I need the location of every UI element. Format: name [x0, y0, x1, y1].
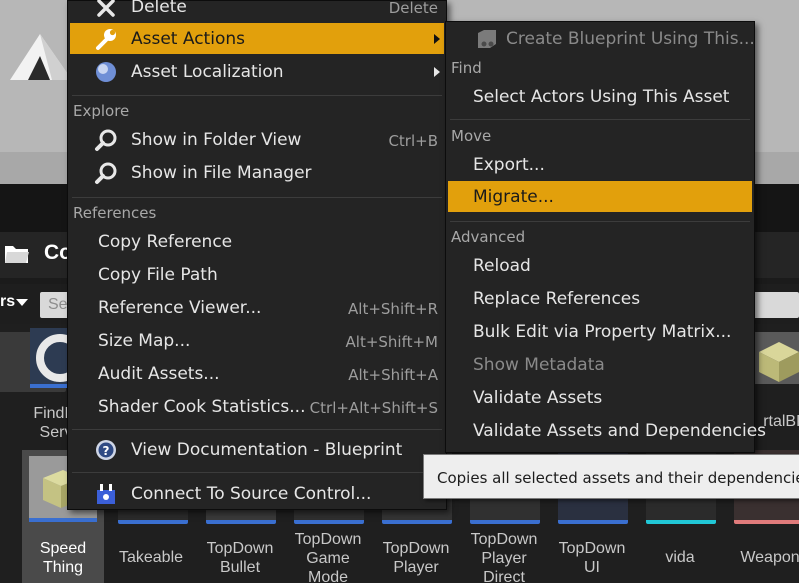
asset-name: vida [665, 549, 695, 566]
menu-item-select-actors[interactable]: Select Actors Using This Asset [448, 81, 752, 112]
menu-item-label: Asset Localization [131, 62, 284, 82]
asset-actions-submenu: Create Blueprint Using This... Find Sele… [445, 21, 766, 453]
menu-item-label: Reload [473, 256, 531, 276]
menu-item-shortcut: Alt+Shift+M [345, 333, 438, 351]
engine-logo-icon [10, 34, 72, 80]
close-icon [97, 0, 115, 17]
menu-item-label: Validate Assets [473, 388, 603, 408]
menu-item-label: Reference Viewer... [98, 298, 262, 318]
menu-separator [72, 95, 442, 96]
menu-item-label: View Documentation - Blueprint [131, 440, 403, 460]
menu-separator [450, 119, 750, 120]
source-control-icon [97, 484, 115, 504]
help-icon: ? [96, 440, 116, 460]
section-header-references: References [73, 204, 157, 222]
menu-item-connect-source-control[interactable]: Connect To Source Control... [70, 478, 444, 509]
asset-name: TopDown UI [558, 540, 626, 576]
menu-separator [72, 429, 442, 430]
menu-item-show-metadata: Show Metadata [448, 349, 752, 380]
menu-item-label: Select Actors Using This Asset [473, 87, 730, 107]
menu-item-asset-localization[interactable]: Asset Localization [70, 56, 444, 87]
menu-item-label: Delete [131, 0, 187, 17]
menu-item-show-in-folder-view[interactable]: Show in Folder View Ctrl+B [70, 124, 444, 155]
menu-item-label: Asset Actions [131, 29, 245, 49]
migrate-tooltip: Copies all selected assets and their dep… [423, 454, 799, 499]
menu-item-shortcut: Alt+Shift+A [348, 366, 438, 384]
asset-name: Speed Thing [39, 540, 87, 576]
menu-item-label: Migrate... [473, 187, 554, 207]
menu-item-audit-assets[interactable]: Audit Assets... Alt+Shift+A [70, 358, 444, 389]
menu-separator [72, 197, 442, 198]
submenu-arrow-icon [434, 34, 440, 44]
asset-name: TopDown Game Mode [294, 531, 362, 583]
menu-item-copy-file-path[interactable]: Copy File Path [70, 259, 444, 290]
submenu-arrow-icon [434, 67, 440, 77]
menu-item-shortcut: Ctrl+B [388, 132, 438, 150]
menu-item-reload[interactable]: Reload [448, 250, 752, 281]
menu-item-label: Show in Folder View [131, 130, 302, 150]
menu-item-label: Copy Reference [98, 232, 233, 252]
asset-name: TopDown Bullet [206, 540, 274, 576]
menu-item-shortcut: Delete [388, 0, 438, 17]
menu-item-migrate[interactable]: Migrate... [448, 181, 752, 212]
asset-thumbnail [755, 332, 799, 384]
menu-item-shortcut: Ctrl+Alt+Shift+S [309, 399, 438, 417]
menu-item-show-in-file-manager[interactable]: Show in File Manager [70, 157, 444, 188]
menu-item-view-documentation[interactable]: ? View Documentation - Blueprint [70, 434, 444, 465]
asset-name: TopDown Player [382, 540, 450, 576]
asset-name: Weapons [740, 549, 799, 566]
menu-item-label: Show Metadata [473, 355, 605, 375]
menu-item-validate-assets-dependencies[interactable]: Validate Assets and Dependencies [448, 415, 766, 446]
asset-name: Takeable [118, 549, 184, 566]
menu-item-asset-actions[interactable]: Asset Actions [70, 23, 444, 54]
chevron-down-icon[interactable] [16, 299, 28, 306]
menu-item-bulk-edit[interactable]: Bulk Edit via Property Matrix... [448, 316, 752, 347]
menu-item-copy-reference[interactable]: Copy Reference [70, 226, 444, 257]
tooltip-text: Copies all selected assets and their dep… [437, 469, 799, 487]
section-header-find: Find [451, 59, 482, 77]
menu-item-label: Export... [473, 155, 545, 175]
menu-separator [450, 221, 750, 222]
menu-item-label: Create Blueprint Using This... [506, 29, 755, 49]
magnifier-icon [95, 129, 117, 151]
section-header-move: Move [451, 127, 492, 145]
asset-name: TopDown Player Direct [470, 531, 538, 583]
menu-item-replace-references[interactable]: Replace References [448, 283, 752, 314]
menu-item-label: Size Map... [98, 331, 191, 351]
menu-item-label: Replace References [473, 289, 641, 309]
section-header-explore: Explore [73, 102, 130, 120]
menu-separator [72, 472, 442, 473]
filters-button-label[interactable]: rs [0, 293, 15, 311]
menu-item-label: Audit Assets... [98, 364, 220, 384]
menu-item-delete[interactable]: Delete Delete [70, 0, 444, 22]
globe-icon [96, 62, 116, 82]
magnifier-icon [95, 162, 117, 184]
menu-item-label: Show in File Manager [131, 163, 312, 183]
asset-context-menu: Delete Delete Asset Actions Asset Locali… [67, 0, 447, 510]
menu-item-export[interactable]: Export... [448, 149, 752, 180]
menu-item-reference-viewer[interactable]: Reference Viewer... Alt+Shift+R [70, 292, 444, 323]
menu-item-validate-assets[interactable]: Validate Assets [448, 382, 752, 413]
menu-item-label: Shader Cook Statistics... [98, 397, 306, 417]
section-header-advanced: Advanced [451, 228, 526, 246]
menu-item-label: Bulk Edit via Property Matrix... [473, 322, 732, 342]
menu-item-label: Connect To Source Control... [131, 484, 372, 504]
blueprint-icon [478, 30, 496, 48]
folder-icon [5, 246, 29, 263]
menu-item-size-map[interactable]: Size Map... Alt+Shift+M [70, 325, 444, 356]
menu-item-label: Validate Assets and Dependencies [473, 421, 767, 441]
svg-text:?: ? [103, 444, 110, 458]
menu-item-label: Copy File Path [98, 265, 218, 285]
menu-item-shader-cook-statistics[interactable]: Shader Cook Statistics... Ctrl+Alt+Shift… [70, 391, 444, 422]
menu-item-shortcut: Alt+Shift+R [348, 300, 438, 318]
menu-item-create-blueprint: Create Blueprint Using This... [448, 23, 755, 54]
wrench-icon [96, 29, 116, 50]
